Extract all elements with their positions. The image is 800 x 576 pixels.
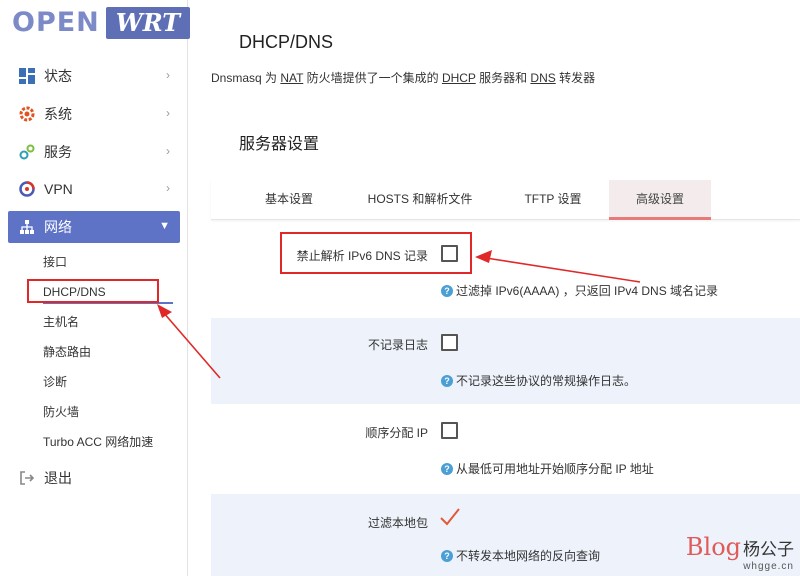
watermark-blog: Blog (685, 533, 741, 561)
blog-watermark: Blog 杨公子 whgge.cn (686, 533, 794, 572)
watermark-site: whgge.cn (743, 561, 794, 572)
watermark-name: 杨公子 (743, 540, 794, 559)
annotation-arrow-dhcp-dns (157, 304, 221, 379)
annotation-arrow-ipv6 (475, 250, 641, 283)
annotation-arrows (157, 250, 641, 379)
